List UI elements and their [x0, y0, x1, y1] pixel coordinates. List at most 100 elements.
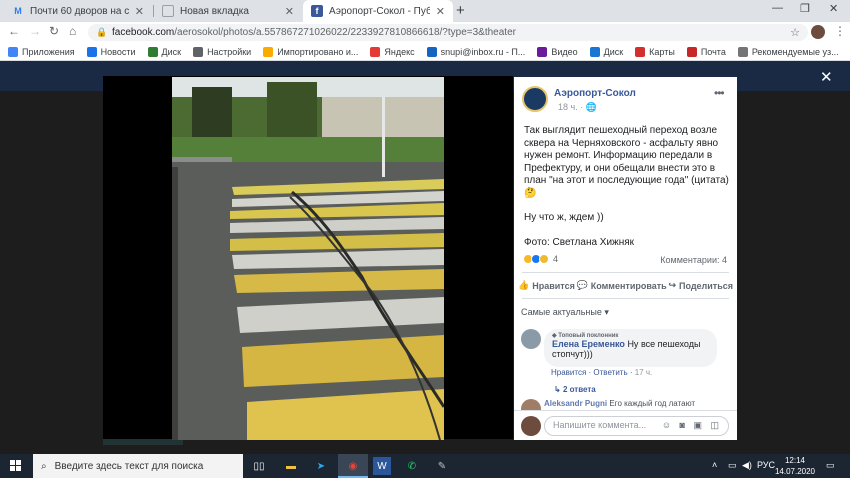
post-text: Так выглядит пешеходный переход возле ск… — [524, 125, 729, 261]
comment-button[interactable]: 💬 Комментировать — [577, 280, 667, 291]
comment-icon: 💬 — [576, 280, 588, 290]
share-icon: ↪ — [668, 280, 676, 290]
post-photo[interactable] — [172, 77, 444, 440]
page-avatar[interactable] — [522, 86, 548, 112]
comment-sort-dropdown[interactable]: Самые актуальные ▾ — [521, 307, 609, 318]
notifications-icon[interactable]: ▭ — [826, 460, 835, 471]
tab-mail[interactable]: M Почти 60 дворов на севере Мо ✕ — [4, 0, 152, 22]
comment-like-link[interactable]: Нравится — [551, 368, 586, 377]
bookmark-icon — [537, 46, 548, 57]
battery-icon[interactable]: ▭ — [728, 460, 737, 471]
browser-menu-icon[interactable]: ⋮ — [834, 24, 846, 38]
bookmark-item[interactable]: Видео — [537, 46, 578, 57]
address-bar[interactable]: 🔒 facebook.com /aerosokol/photos/a.55786… — [88, 24, 808, 41]
composer-icons[interactable]: ☺ ◙ ▣ ◫ — [662, 420, 722, 431]
bookmark-item[interactable]: Диск — [589, 46, 623, 57]
share-button[interactable]: ↪ Поделиться — [668, 280, 733, 291]
search-placeholder: Введите здесь текст для поиска — [54, 460, 204, 472]
bookmark-icon — [426, 46, 437, 57]
post-panel: Аэропорт-Сокол 18 ч. · 🌐 ••• Так выгляди… — [514, 77, 737, 440]
search-icon: ⌕ — [41, 460, 47, 472]
comment-time[interactable]: 17 ч. — [635, 368, 653, 377]
page-name[interactable]: Аэропорт-Сокол — [554, 88, 636, 99]
paint-icon[interactable]: ✎ — [433, 457, 451, 475]
lock-icon: 🔒 — [96, 27, 108, 37]
bookmark-icon — [86, 46, 97, 57]
telegram-icon[interactable]: ➤ — [312, 457, 330, 475]
comment-bubble: ◆ Топовый поклонник Елена Еременко Ну вс… — [544, 329, 717, 367]
browser-toolbar: ← → ↻ ⌂ 🔒 facebook.com /aerosokol/photos… — [0, 22, 850, 43]
comment-author[interactable]: Елена Еременко — [552, 339, 625, 349]
comment-input[interactable]: Напишите коммента... ☺ ◙ ▣ ◫ — [544, 416, 729, 436]
reactions[interactable]: 4 — [523, 254, 558, 264]
minimize-icon[interactable]: — — [772, 2, 783, 14]
reactions-count: 4 — [553, 254, 559, 264]
task-view-icon[interactable]: ▯▯ — [250, 457, 268, 475]
sad-reaction-icon — [539, 254, 549, 264]
bookmark-label: Новости — [100, 46, 136, 57]
word-icon[interactable]: W — [373, 457, 391, 475]
home-icon[interactable]: ⌂ — [69, 24, 76, 38]
comment-reply-link[interactable]: Ответить — [593, 368, 627, 377]
bookmark-item[interactable]: Новости — [86, 46, 136, 57]
clock-time: 12:14 — [784, 456, 806, 465]
view-replies-link[interactable]: ↳ 2 ответа — [554, 385, 596, 394]
bookmark-item[interactable]: Яндекс — [370, 46, 415, 57]
reload-icon[interactable]: ↻ — [49, 24, 59, 38]
replies-label: 2 ответа — [562, 385, 596, 394]
bookmark-label: Рекомендуемые уз... — [751, 46, 839, 57]
comment-input-placeholder: Напишите коммента... — [553, 420, 647, 430]
volume-icon[interactable]: ◀) — [742, 460, 752, 471]
profile-avatar[interactable] — [811, 25, 825, 39]
bookmark-item[interactable]: Приложения — [8, 46, 75, 57]
globe-icon: 🌐 — [585, 102, 597, 112]
close-theater-icon[interactable]: ✕ — [820, 68, 833, 86]
whatsapp-icon[interactable]: ✆ — [403, 457, 421, 475]
new-tab-button[interactable]: + — [456, 2, 465, 19]
bookmark-icon — [147, 46, 158, 57]
close-tab-icon[interactable]: ✕ — [285, 5, 294, 18]
more-options-icon[interactable]: ••• — [714, 86, 725, 100]
comments-count[interactable]: Комментарии: 4 — [660, 255, 727, 265]
start-button[interactable] — [10, 460, 22, 472]
url-path: /aerosokol/photos/a.557867271026022/2233… — [174, 27, 516, 38]
bookmark-item[interactable]: snupi@inbox.ru - П... — [426, 46, 525, 57]
maximize-icon[interactable]: ❐ — [800, 2, 810, 15]
bookmark-icon — [686, 46, 697, 57]
post-time[interactable]: 18 ч. · 🌐 — [558, 102, 597, 113]
close-tab-icon[interactable]: ✕ — [436, 5, 445, 18]
bookmark-icon — [8, 46, 18, 57]
bookmark-item[interactable]: Диск — [147, 46, 181, 57]
bookmark-item[interactable]: Настройки — [193, 46, 251, 57]
bookmark-label: Карты — [649, 46, 675, 57]
tab-facebook[interactable]: f Аэропорт-Сокол - Публикации ✕ — [303, 0, 453, 22]
file-explorer-icon[interactable]: ▬ — [282, 457, 300, 475]
bookmark-item[interactable]: Рекомендуемые уз... — [737, 46, 839, 57]
facebook-icon: f — [311, 5, 323, 17]
chrome-icon[interactable]: ◉ — [344, 457, 362, 475]
bookmark-item[interactable]: Карты — [635, 46, 675, 57]
close-tab-icon[interactable]: ✕ — [135, 5, 144, 18]
close-window-icon[interactable]: ✕ — [829, 2, 838, 15]
tray-chevron-icon[interactable]: ˄ — [712, 460, 717, 470]
bookmark-label: Яндекс — [384, 46, 415, 57]
forward-icon[interactable]: → — [29, 24, 41, 38]
mail-icon: M — [14, 6, 22, 16]
blank-icon — [162, 5, 174, 17]
like-button[interactable]: 👍 Нравится — [518, 280, 575, 291]
bookmark-item[interactable]: Почта — [686, 46, 726, 57]
comment-composer: Напишите коммента... ☺ ◙ ▣ ◫ — [514, 410, 737, 440]
clock[interactable]: 12:14 14.07.2020 — [772, 455, 818, 477]
back-icon[interactable]: ← — [8, 24, 20, 38]
bookmark-item[interactable]: Импортировано и... — [263, 46, 358, 57]
bookmark-label: Видео — [551, 46, 578, 57]
tab-title: Почти 60 дворов на севере Мо — [30, 5, 129, 17]
comment-author[interactable]: Aleksandr Pugni — [544, 399, 607, 408]
taskbar-search[interactable]: ⌕ Введите здесь текст для поиска — [33, 454, 243, 478]
tab-new[interactable]: Новая вкладка ✕ — [154, 0, 302, 22]
bookmark-star-icon[interactable]: ☆ — [790, 26, 800, 39]
thumbs-up-icon: 👍 — [518, 280, 530, 290]
commenter-avatar[interactable] — [521, 329, 541, 349]
divider — [522, 298, 729, 299]
bookmark-label: Почта — [700, 46, 726, 57]
